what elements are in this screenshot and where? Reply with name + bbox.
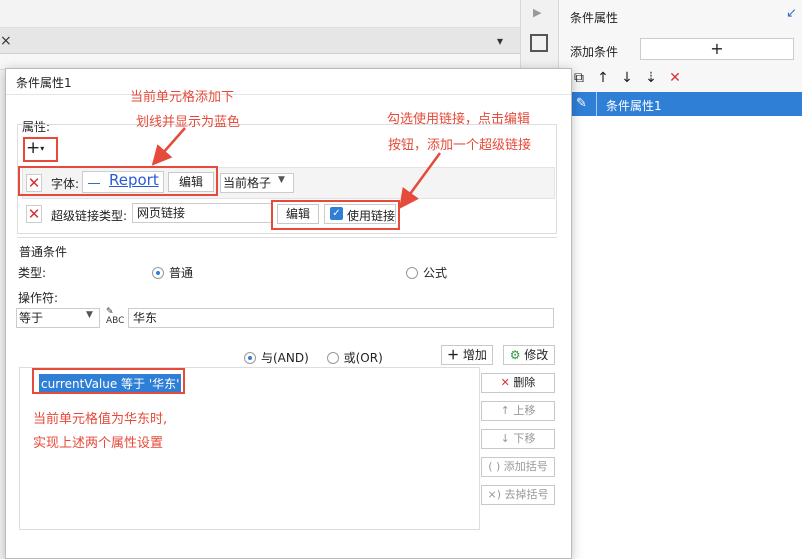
condition-item-label: 条件属性1: [606, 99, 662, 113]
type-formula-label: 公式: [423, 266, 448, 280]
chevron-down-icon: ▼: [86, 310, 93, 320]
type-normal-radio[interactable]: 普通: [152, 264, 193, 281]
add-expression-label: 增加: [462, 348, 487, 362]
delete-label: 删除: [513, 376, 536, 389]
chevron-down-icon: ▼: [278, 175, 285, 185]
move-down-button[interactable]: ↓ 下移: [481, 429, 555, 449]
collapse-arrow-icon[interactable]: ↙: [786, 6, 797, 21]
link-type-field[interactable]: 网页链接: [132, 203, 272, 223]
type-formula-radio[interactable]: 公式: [406, 264, 447, 281]
delete-link-attribute-icon[interactable]: ✕: [26, 205, 42, 223]
move-up-label: 上移: [513, 404, 536, 417]
annotation-text: 按钮，添加一个超级链接: [388, 138, 532, 153]
abc-type-icon[interactable]: ✎ ABC: [106, 308, 124, 326]
pencil-icon: ✎: [576, 96, 587, 111]
arrow-up-icon[interactable]: ↑: [596, 70, 610, 86]
operand-input[interactable]: 华东: [128, 308, 554, 328]
and-label: 与(AND): [261, 351, 309, 365]
move-up-button[interactable]: ↑ 上移: [481, 401, 555, 421]
operator-label: 操作符:: [18, 291, 59, 305]
pin-icon[interactable]: ▾: [497, 34, 503, 48]
item-divider: [596, 92, 597, 116]
arrow-up-icon: ↑: [500, 404, 510, 417]
remove-paren-label: 去掉括号: [504, 488, 549, 501]
modify-expression-button[interactable]: ⚙ 修改: [503, 345, 555, 365]
annotation-highlight-add: [23, 137, 58, 162]
annotation-text: 当前单元格添加下: [130, 90, 235, 105]
arrow-down-icon[interactable]: ↓: [620, 70, 634, 86]
link-type-label: 超级链接类型:: [51, 209, 128, 223]
and-radio[interactable]: 与(AND): [244, 351, 309, 365]
annotation-highlight-link: [271, 200, 400, 230]
modify-expression-label: 修改: [524, 348, 549, 362]
delete-icon[interactable]: ✕: [668, 70, 682, 86]
annotation-text: 当前单元格值为华东时,: [33, 412, 168, 427]
close-icon[interactable]: ×: [0, 33, 12, 49]
copy-icon[interactable]: ⧉: [572, 70, 586, 86]
add-paren-button[interactable]: ( ) 添加括号: [481, 457, 555, 477]
move-down-label: 下移: [513, 432, 536, 445]
delete-expression-button[interactable]: ✕ 删除: [481, 373, 555, 393]
annotation-text: 划线并显示为蓝色: [136, 115, 241, 130]
type-label: 类型:: [18, 266, 47, 280]
dialog-title: 条件属性1: [16, 76, 72, 90]
add-condition-label: 添加条件: [570, 45, 619, 59]
editor-tabbar: [0, 28, 520, 54]
remove-paren-icon: ⨯): [487, 488, 501, 501]
logic-radio-group: 与(AND) 或(OR): [244, 349, 383, 366]
or-label: 或(OR): [343, 351, 383, 365]
condition-list: [570, 92, 802, 559]
section-divider: [17, 237, 557, 238]
grid-icon[interactable]: [530, 34, 548, 52]
or-radio[interactable]: 或(OR): [326, 351, 383, 365]
normal-condition-title: 普通条件: [19, 245, 68, 259]
title-divider: [6, 94, 571, 95]
plus-icon: ＋: [447, 348, 460, 362]
expand-arrow-icon[interactable]: ▶: [533, 6, 541, 19]
paren-icon: ( ): [488, 460, 501, 473]
remove-paren-button[interactable]: ⨯) 去掉括号: [481, 485, 555, 505]
add-condition-button[interactable]: +: [640, 38, 794, 60]
panel-title: 条件属性: [570, 11, 619, 25]
arrow-down-icon: ↓: [500, 432, 510, 445]
annotation-highlight-expression: [32, 368, 185, 394]
type-normal-label: 普通: [169, 266, 194, 280]
sort-icon[interactable]: ⇣: [644, 70, 658, 86]
add-paren-label: 添加括号: [503, 460, 548, 473]
add-expression-button[interactable]: ＋ 增加: [441, 345, 493, 365]
close-icon: ✕: [500, 376, 510, 389]
modify-icon: ⚙: [509, 348, 521, 362]
panel-toolbar: ⧉ ↑ ↓ ⇣ ✕: [572, 68, 802, 88]
annotation-text: 实现上述两个属性设置: [33, 436, 164, 451]
annotation-text: 勾选使用链接，点击编辑: [387, 112, 531, 127]
annotation-highlight-font: [18, 166, 218, 196]
condition-item-selected[interactable]: [570, 92, 802, 116]
editor-topbar: [0, 0, 520, 28]
